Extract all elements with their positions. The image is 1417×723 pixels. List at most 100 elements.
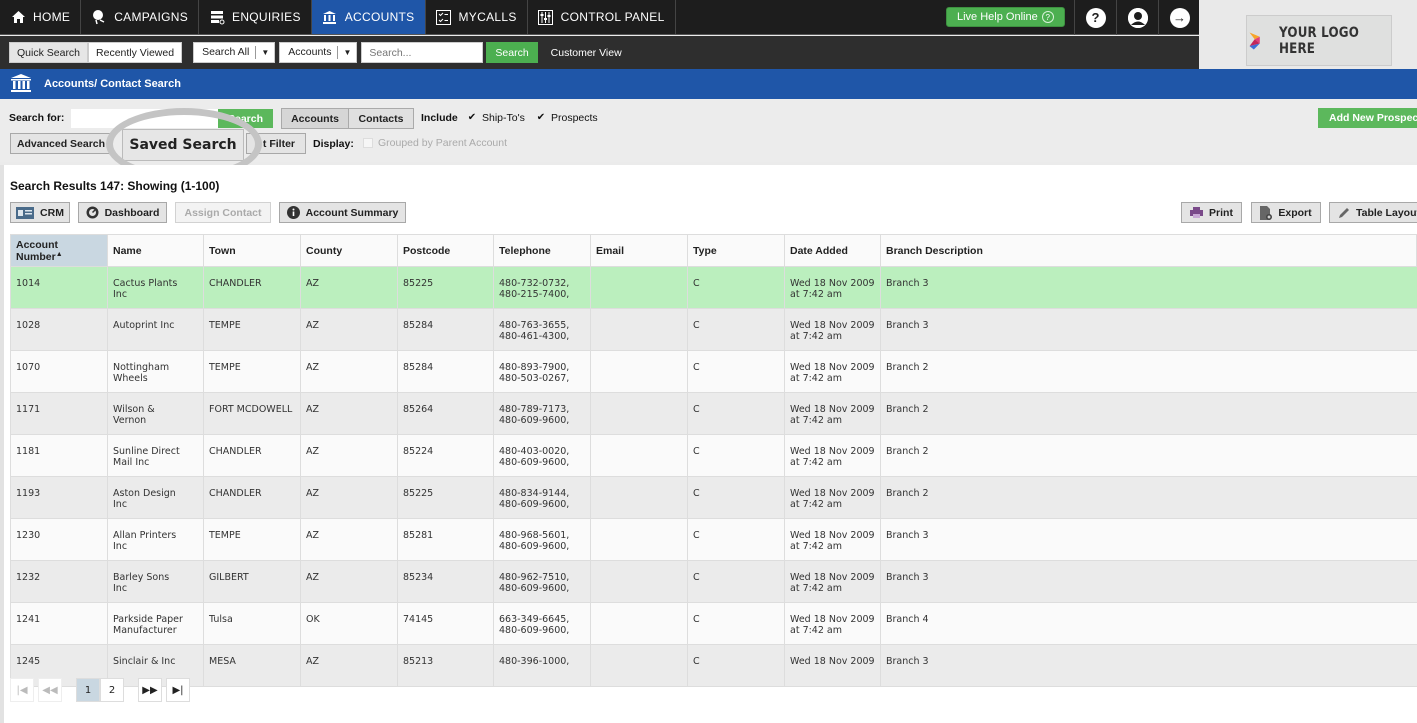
email-cell [590, 266, 688, 309]
quick-search-tab[interactable]: Quick Search [9, 42, 89, 63]
page-header: Accounts/ Contact Search [0, 69, 1417, 99]
scope-select[interactable]: Search All ▼ [193, 42, 276, 63]
ship-tos-checkbox[interactable]: ✔ Ship-To's [467, 112, 525, 124]
table-row[interactable]: 1230 Allan Printers Inc TEMPE AZ 85281 480-96… [10, 518, 1417, 561]
col-header-town[interactable]: Town [203, 234, 301, 267]
campaigns-icon [91, 9, 107, 25]
branch-cell: Branch 3 [880, 560, 1417, 603]
nav-mycalls[interactable]: MYCALLS [426, 0, 528, 34]
col-header-type[interactable]: Type [687, 234, 785, 267]
account-number-cell: 1014 [10, 266, 108, 309]
prev-page-button[interactable]: ◀◀ [38, 678, 62, 702]
telephone-cell-line-1: 480-789-7173, [499, 404, 570, 415]
nav-control-panel[interactable]: CONTROL PANEL [528, 0, 676, 34]
last-page-icon: ▶| [172, 684, 184, 696]
date-added-cell-line-1: Wed 18 Nov 2009 [790, 530, 875, 541]
nav-enquiries-label: ENQUIRIES [232, 10, 301, 24]
help-button[interactable]: ? [1074, 0, 1116, 35]
search-button[interactable]: Search [218, 109, 273, 128]
col-header-account-number[interactable]: Account Number▲ [10, 234, 108, 267]
page-1-button[interactable]: 1 [76, 678, 100, 702]
branch-cell: Branch 3 [880, 518, 1417, 561]
live-help-button[interactable]: Live Help Online ? [946, 7, 1065, 27]
first-page-icon: |◀ [16, 684, 28, 696]
next-page-button[interactable]: ▶▶ [138, 678, 162, 702]
date-added-cell-line-2: at 7:42 am [790, 498, 842, 510]
nav-campaigns[interactable]: CAMPAIGNS [81, 0, 200, 34]
last-page-button[interactable]: ▶| [166, 678, 190, 702]
col-header-branch-description[interactable]: Branch Description [880, 234, 1417, 267]
export-file-icon [1260, 205, 1273, 220]
table-row[interactable]: 1070 Nottingham Wheels TEMPE AZ 85284 480-893… [10, 350, 1417, 393]
table-row[interactable]: 1232 Barley Sons Inc GILBERT AZ 85234 480-962… [10, 560, 1417, 603]
print-button[interactable]: Print [1181, 202, 1242, 223]
table-row[interactable]: 1241 Parkside Paper Manufacturer Tulsa OK 74… [10, 602, 1417, 645]
branch-cell: Branch 2 [880, 476, 1417, 519]
table-row[interactable]: 1171 Wilson & Vernon FORT MCDOWELL AZ 85264 4… [10, 392, 1417, 435]
account-summary-button[interactable]: Account Summary [279, 202, 406, 223]
email-cell [590, 350, 688, 393]
nav-enquiries[interactable]: ENQUIRIES [199, 0, 312, 34]
export-button[interactable]: Export [1251, 202, 1321, 223]
set-filter-button[interactable]: t Filter [246, 133, 306, 154]
telephone-cell-line-1: 480-396-1000, [499, 656, 570, 667]
col-header-name[interactable]: Name [107, 234, 204, 267]
col-header-telephone[interactable]: Telephone [493, 234, 591, 267]
postcode-cell: 85225 [397, 476, 494, 519]
logo-area: YOUR LOGO HERE [1199, 0, 1417, 69]
date-added-cell: Wed 18 Nov 2009 at 7:42 am [784, 518, 881, 561]
page-2-button[interactable]: 2 [100, 678, 124, 702]
table-layout-button[interactable]: Table Layout [1329, 202, 1417, 223]
add-new-prospect-button[interactable]: Add New Prospect [1318, 108, 1417, 128]
quick-search-input[interactable] [361, 42, 484, 63]
crm-button[interactable]: CRM [10, 202, 70, 223]
table-row[interactable]: 1181 Sunline Direct Mail Inc CHANDLER AZ 852… [10, 434, 1417, 477]
nav-home[interactable]: HOME [0, 0, 82, 34]
first-page-button[interactable]: |◀ [10, 678, 34, 702]
table-row[interactable]: 1245 Sinclair & Inc MESA AZ 85213 480-396-100… [10, 644, 1417, 687]
email-cell [590, 560, 688, 603]
logout-button[interactable]: → [1158, 0, 1200, 35]
table-row[interactable]: 1014 Cactus Plants Inc CHANDLER AZ 85225 480-… [10, 266, 1417, 309]
telephone-cell: 480-732-0732, 480-215-7400, [493, 266, 591, 309]
id-card-icon [16, 206, 35, 219]
quick-search-button[interactable]: Search [486, 42, 538, 63]
col-header-date-added[interactable]: Date Added [784, 234, 881, 267]
search-for-input[interactable] [71, 109, 219, 128]
nav-accounts[interactable]: ACCOUNTS [311, 0, 426, 34]
type-select[interactable]: Accounts ▼ [279, 42, 358, 63]
export-label: Export [1278, 206, 1312, 219]
saved-search-button[interactable]: Saved Search [122, 129, 244, 161]
col-header-postcode[interactable]: Postcode [397, 234, 494, 267]
date-added-cell: Wed 18 Nov 2009 at 7:42 am [784, 476, 881, 519]
profile-button[interactable] [1116, 0, 1158, 35]
grouped-by-parent-checkbox[interactable]: Grouped by Parent Account [363, 137, 507, 149]
accounts-toggle[interactable]: Accounts [281, 108, 349, 129]
telephone-cell: 480-763-3655, 480-461-4300, [493, 308, 591, 351]
telephone-cell: 480-396-1000, [493, 644, 591, 687]
print-label: Print [1209, 206, 1233, 219]
recently-viewed-tab[interactable]: Recently Viewed [88, 42, 183, 63]
date-added-cell-line-2: at 7:42 am [790, 456, 842, 468]
user-icon [1127, 7, 1148, 28]
advanced-search-button[interactable]: Advanced Search [10, 133, 112, 154]
contacts-toggle[interactable]: Contacts [348, 108, 414, 129]
town-cell: TEMPE [203, 308, 301, 351]
display-label: Display: [313, 138, 354, 150]
left-edge-strip [0, 165, 4, 723]
table-row[interactable]: 1193 Aston Design Inc CHANDLER AZ 85225 480-8… [10, 476, 1417, 519]
bank-icon [10, 73, 32, 96]
col-header-email[interactable]: Email [590, 234, 688, 267]
county-cell: AZ [300, 518, 398, 561]
branch-cell: Branch 2 [880, 392, 1417, 435]
col-header-county[interactable]: County [300, 234, 398, 267]
branch-cell: Branch 4 [880, 602, 1417, 645]
table-row[interactable]: 1028 Autoprint Inc TEMPE AZ 85284 480-763-365… [10, 308, 1417, 351]
assign-contact-button[interactable]: Assign Contact [175, 202, 271, 223]
chevron-down-icon: ▼ [343, 48, 352, 57]
customer-view-link[interactable]: Customer View [551, 47, 622, 59]
telephone-cell-line-2: 480-609-9600, [499, 624, 570, 636]
dashboard-button[interactable]: Dashboard [78, 202, 167, 223]
prospects-checkbox[interactable]: ✔ Prospects [536, 112, 598, 124]
email-cell [590, 476, 688, 519]
